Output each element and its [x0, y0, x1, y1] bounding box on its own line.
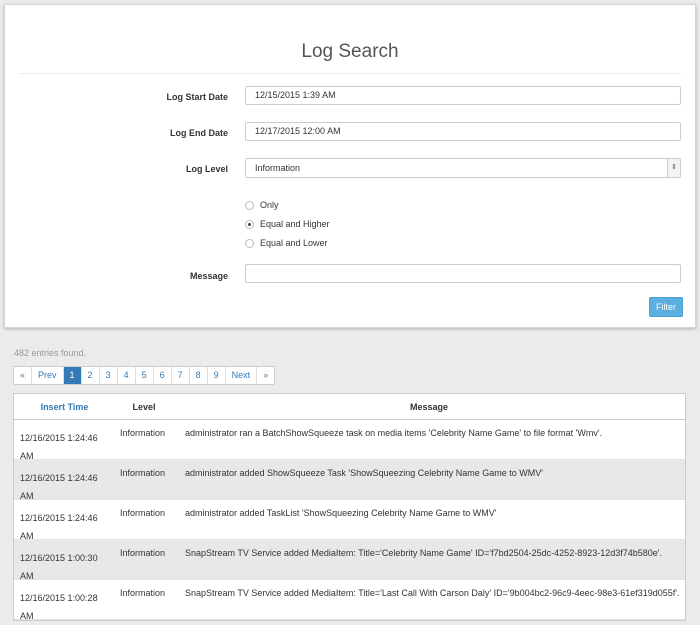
cell-time-line1: 12/16/2015 1:00:28 [20, 593, 98, 603]
radio-equal-higher[interactable]: Equal and Higher [245, 217, 330, 231]
log-level-value: Information [255, 163, 301, 173]
pagination-page-8[interactable]: 8 [188, 367, 207, 384]
cell-level: Information [120, 508, 166, 518]
radio-equal-lower[interactable]: Equal and Lower [245, 236, 328, 250]
pagination: « Prev 1 2 3 4 5 6 7 8 9 Next » [13, 366, 276, 385]
cell-level: Information [120, 468, 166, 478]
cell-message: administrator added ShowSqueeze Task 'Sh… [185, 468, 543, 478]
cell-message: administrator added TaskList 'ShowSqueez… [185, 508, 497, 518]
pagination-page-6[interactable]: 6 [152, 367, 171, 384]
cell-message: SnapStream TV Service added MediaItem: T… [185, 548, 662, 558]
start-date-label: Log Start Date [166, 92, 228, 102]
pagination-next[interactable]: Next [224, 367, 257, 384]
log-level-select[interactable]: Information ⇕ [245, 158, 681, 178]
end-date-label: Log End Date [170, 128, 228, 138]
radio-equal-higher-circle[interactable] [245, 219, 254, 229]
log-search-panel: Log Search Log Start Date 12/15/2015 1:3… [4, 4, 696, 328]
header-insert-time[interactable]: Insert Time [14, 402, 115, 412]
cell-message: SnapStream TV Service added MediaItem: T… [185, 588, 680, 598]
radio-equal-lower-circle[interactable] [245, 238, 254, 248]
log-level-label: Log Level [185, 164, 228, 174]
cell-time: 12/16/2015 1:24:46 AM [14, 420, 120, 461]
radio-equal-higher-label: Equal and Higher [260, 219, 330, 229]
page-title: Log Search [301, 41, 399, 62]
cell-time-line1: 12/16/2015 1:00:30 [20, 553, 98, 563]
table-row: 12/16/2015 1:24:46 AM Information adminis… [14, 500, 685, 541]
pagination-prev[interactable]: Prev [31, 367, 63, 384]
entries-count: 482 entries found. [14, 348, 87, 358]
cell-time: 12/16/2015 1:24:46 AM [14, 460, 120, 501]
radio-only-label: Only [260, 200, 279, 210]
cell-time: 12/16/2015 1:24:46 AM [14, 500, 120, 541]
pagination-page-5[interactable]: 5 [134, 367, 153, 384]
cell-message: administrator ran a BatchShowSqueeze tas… [185, 428, 603, 438]
table-row: 12/16/2015 1:00:30 AM Information SnapStr… [14, 540, 685, 581]
table-row: 12/16/2015 1:24:46 AM Information adminis… [14, 420, 685, 461]
message-input[interactable] [245, 264, 681, 283]
radio-equal-lower-label: Equal and Lower [260, 238, 328, 248]
cell-time: 12/16/2015 1:00:30 AM [14, 540, 120, 581]
pagination-page-4[interactable]: 4 [116, 367, 135, 384]
pagination-page-2[interactable]: 2 [80, 367, 99, 384]
table-row: 12/16/2015 1:00:28 AM Information SnapStr… [14, 580, 685, 621]
end-date-input[interactable]: 12/17/2015 12:00 AM [245, 122, 681, 141]
cell-level: Information [120, 588, 166, 598]
cell-time-line1: 12/16/2015 1:24:46 [20, 473, 98, 483]
pagination-page-1[interactable]: 1 [62, 367, 81, 384]
title-divider [19, 73, 681, 74]
header-level: Level [132, 401, 156, 412]
pagination-page-7[interactable]: 7 [170, 367, 189, 384]
filter-button[interactable]: Filter [649, 297, 683, 317]
chevron-updown-icon: ⇕ [667, 159, 680, 177]
pagination-page-9[interactable]: 9 [206, 367, 225, 384]
log-table: Insert Time Level Message 12/16/2015 1:2… [13, 393, 686, 621]
radio-only-circle[interactable] [245, 200, 254, 210]
pagination-first[interactable]: « [14, 367, 32, 384]
message-label: Message [189, 271, 228, 281]
cell-time-line1: 12/16/2015 1:24:46 [20, 433, 98, 443]
cell-level: Information [120, 428, 166, 438]
pagination-last[interactable]: » [256, 367, 275, 384]
start-date-input[interactable]: 12/15/2015 1:39 AM [245, 86, 681, 105]
table-header: Insert Time Level Message [14, 394, 685, 420]
cell-time-line2: AM [20, 611, 34, 621]
cell-level: Information [120, 548, 166, 558]
header-message: Message [409, 401, 449, 412]
pagination-page-3[interactable]: 3 [98, 367, 117, 384]
radio-only[interactable]: Only [245, 198, 279, 212]
table-row: 12/16/2015 1:24:46 AM Information adminis… [14, 460, 685, 501]
cell-time: 12/16/2015 1:00:28 AM [14, 580, 120, 621]
cell-time-line1: 12/16/2015 1:24:46 [20, 513, 98, 523]
